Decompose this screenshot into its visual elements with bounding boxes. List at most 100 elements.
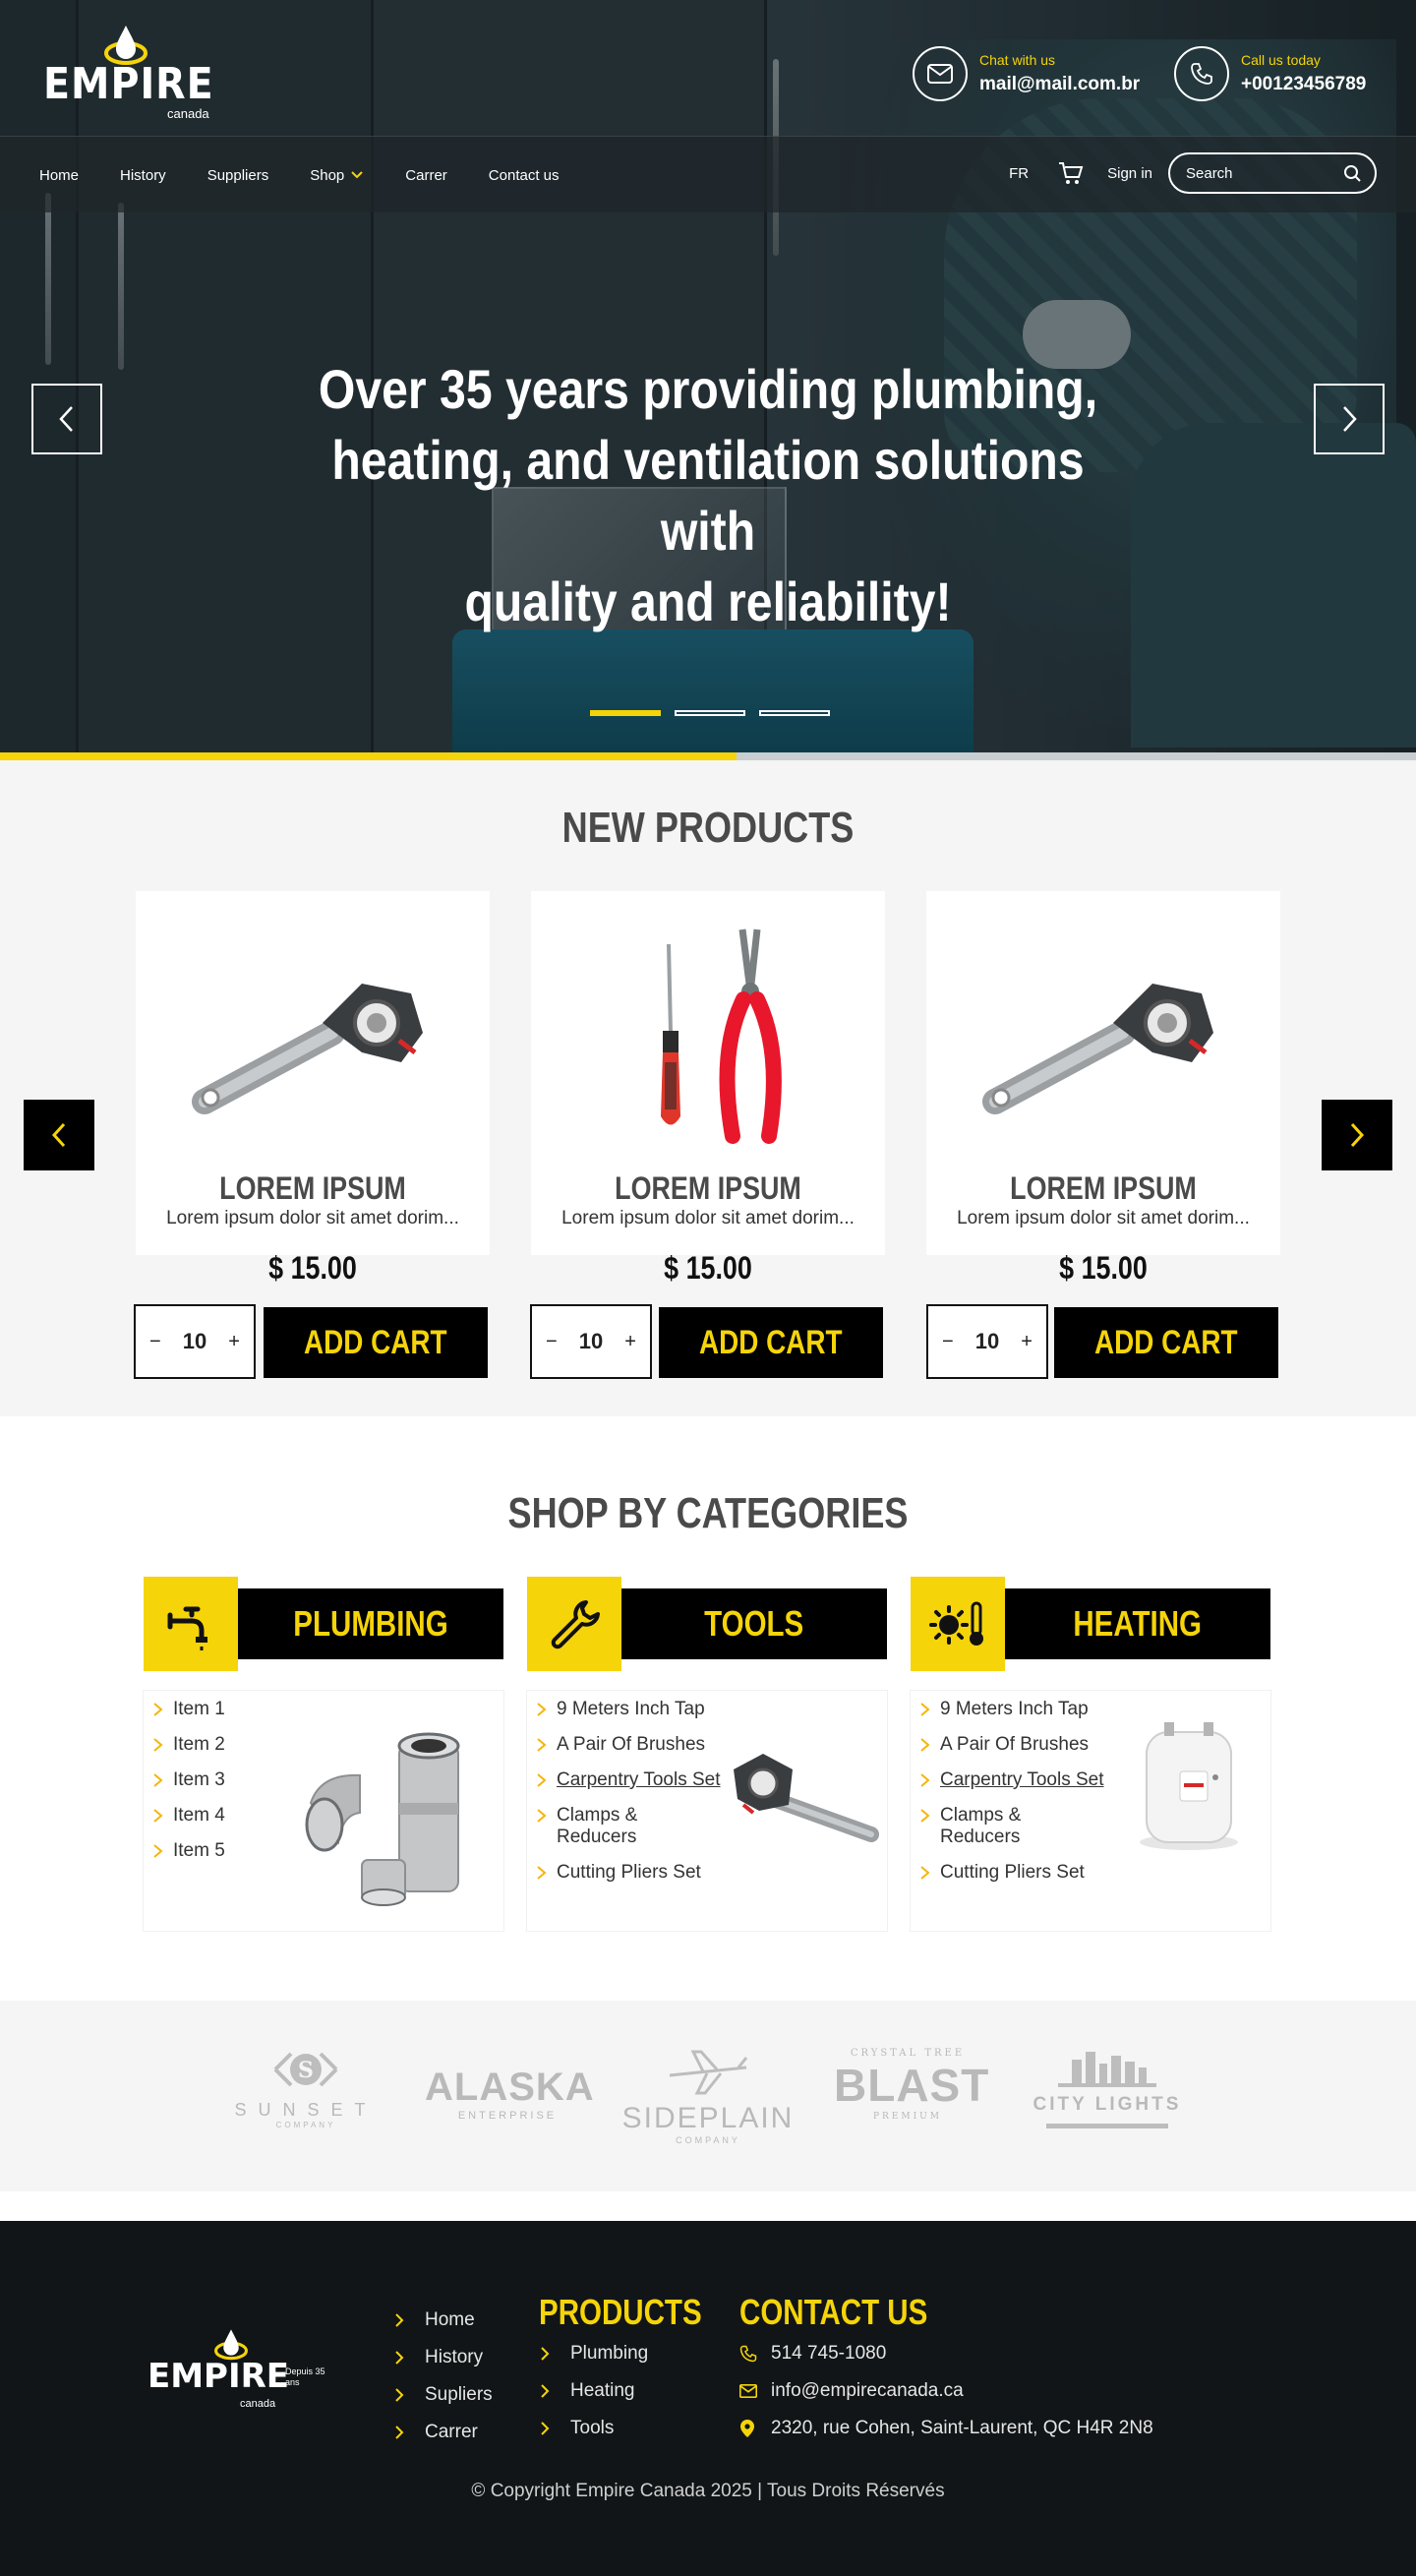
footer-link[interactable]: Carrer	[393, 2414, 493, 2451]
decrement-button[interactable]: −	[942, 1331, 954, 1353]
search-input[interactable]: Search	[1168, 152, 1377, 194]
hero-line: quality and reliability!	[464, 570, 952, 632]
category-link[interactable]: A Pair Of Brushes	[535, 1734, 722, 1756]
chevron-right-icon	[393, 2387, 411, 2403]
category-link[interactable]: Clamps & Reducers	[918, 1805, 1105, 1848]
brand-logo-sunset[interactable]: S SUNSET COMPANY	[232, 2048, 380, 2146]
phone-icon	[1174, 46, 1229, 101]
quantity-stepper[interactable]: − 10 +	[134, 1304, 256, 1379]
chevron-right-icon	[537, 1738, 547, 1752]
footer-links: Home History Supliers Carrer	[393, 2302, 493, 2451]
footer-product-label: Plumbing	[570, 2343, 649, 2364]
brand-logo-blast[interactable]: CRYSTAL TREE BLAST PREMIUM	[834, 2048, 988, 2146]
quantity-stepper[interactable]: − 10 +	[926, 1304, 1048, 1379]
quantity-value[interactable]: 10	[975, 1329, 999, 1354]
footer-product-link[interactable]: Tools	[539, 2410, 738, 2447]
hero-next-button[interactable]	[1314, 384, 1385, 454]
category-link[interactable]: 9 Meters Inch Tap	[535, 1699, 722, 1720]
sign-in-link[interactable]: Sign in	[1107, 165, 1152, 182]
product-name[interactable]: LOREM IPSUM	[560, 1170, 856, 1207]
category-card: Item 1 Item 2 Item 3 Item 4 Item 5	[144, 1691, 503, 1931]
category-link[interactable]: Clamps & Reducers	[535, 1805, 722, 1848]
category-link[interactable]: Cutting Pliers Set	[918, 1862, 1105, 1884]
products-prev-button[interactable]	[24, 1100, 94, 1170]
brand-sub: COMPANY	[275, 2121, 336, 2129]
footer-logo[interactable]: EMPIRE Depuis 35 ans canada	[146, 2327, 342, 2416]
new-products-section: NEW PRODUCTS LOREM IPSUM Lorem ipsum dol…	[0, 760, 1416, 1416]
quantity-value[interactable]: 10	[183, 1329, 206, 1354]
search-icon[interactable]	[1343, 164, 1361, 182]
nav-carrer[interactable]: Carrer	[405, 167, 447, 184]
footer-link[interactable]: Home	[393, 2302, 493, 2339]
category-title-bar[interactable]: PLUMBING	[238, 1588, 503, 1659]
hero-progress-fill	[0, 752, 737, 760]
brand-sub: ENTERPRISE	[457, 2110, 558, 2122]
brand-logo-sideplain[interactable]: SIDEPLAIN COMPANY	[620, 2048, 796, 2146]
category-link[interactable]: Cutting Pliers Set	[535, 1862, 722, 1884]
brand-logos-strip: S SUNSET COMPANY ALASKA ENTERPRISE SIDEP…	[0, 2001, 1416, 2191]
product-card[interactable]: LOREM IPSUM Lorem ipsum dolor sit amet d…	[926, 891, 1280, 1255]
category-title-bar[interactable]: TOOLS	[621, 1588, 887, 1659]
chevron-right-icon	[920, 1809, 930, 1823]
language-toggle[interactable]: FR	[1009, 165, 1029, 182]
add-cart-button[interactable]: ADD CART	[659, 1307, 883, 1378]
call-number[interactable]: +00123456789	[1241, 74, 1366, 95]
decrement-button[interactable]: −	[149, 1331, 161, 1353]
footer-link[interactable]: Supliers	[393, 2376, 493, 2414]
cart-icon[interactable]	[1058, 161, 1084, 185]
footer-phone[interactable]: 514 745-1080	[739, 2335, 1153, 2372]
chat-email[interactable]: mail@mail.com.br	[979, 74, 1140, 95]
brand-logo-alaska[interactable]: ALASKA ENTERPRISE	[425, 2048, 594, 2146]
hero-prev-button[interactable]	[31, 384, 102, 454]
increment-button[interactable]: +	[624, 1331, 636, 1353]
nav-shop[interactable]: Shop	[310, 167, 364, 184]
quantity-value[interactable]: 10	[579, 1329, 603, 1354]
footer-product-link[interactable]: Heating	[539, 2372, 738, 2410]
add-cart-button[interactable]: ADD CART	[1054, 1307, 1278, 1378]
category-link[interactable]: Carpentry Tools Set	[918, 1769, 1105, 1791]
quantity-stepper[interactable]: − 10 +	[530, 1304, 652, 1379]
site-logo[interactable]: EMPIRE canada	[43, 24, 213, 121]
product-name[interactable]: LOREM IPSUM	[164, 1170, 461, 1207]
nav-history[interactable]: History	[120, 167, 166, 184]
category-heating: HEATING 9 Meters Inch Tap A Pair Of Brus…	[911, 1577, 1270, 1931]
category-link[interactable]: Carpentry Tools Set	[535, 1769, 722, 1791]
category-link[interactable]: A Pair Of Brushes	[918, 1734, 1105, 1756]
product-description: Lorem ipsum dolor sit amet dorim...	[957, 1208, 1250, 1228]
slide-dot-3[interactable]	[759, 710, 830, 716]
category-link[interactable]: Item 2	[151, 1734, 225, 1756]
slide-dot-1[interactable]	[590, 710, 661, 716]
category-link[interactable]: Item 1	[151, 1699, 225, 1720]
footer-address: 2320, rue Cohen, Saint-Laurent, QC H4R 2…	[739, 2410, 1153, 2447]
footer-product-link[interactable]: Plumbing	[539, 2335, 738, 2372]
chevron-right-icon	[537, 1809, 547, 1823]
add-cart-button[interactable]: ADD CART	[264, 1307, 488, 1378]
category-link-label: Item 2	[173, 1734, 225, 1755]
category-link[interactable]: Item 4	[151, 1805, 225, 1827]
footer-email[interactable]: info@empirecanada.ca	[739, 2372, 1153, 2410]
category-link[interactable]: Item 3	[151, 1769, 225, 1791]
category-title: PLUMBING	[293, 1603, 448, 1644]
footer-link[interactable]: History	[393, 2339, 493, 2376]
footer-contact: CONTACT US 514 745-1080 info@empirecanad…	[739, 2292, 1153, 2447]
slide-dot-2[interactable]	[675, 710, 745, 716]
category-link[interactable]: Item 5	[151, 1840, 225, 1862]
chat-contact[interactable]: Chat with us mail@mail.com.br	[913, 45, 1140, 102]
product-card[interactable]: LOREM IPSUM Lorem ipsum dolor sit amet d…	[136, 891, 490, 1255]
nav-suppliers[interactable]: Suppliers	[207, 167, 269, 184]
decrement-button[interactable]: −	[546, 1331, 558, 1353]
footer-phone-text: 514 745-1080	[771, 2343, 887, 2364]
increment-button[interactable]: +	[228, 1331, 240, 1353]
nav-contact[interactable]: Contact us	[489, 167, 560, 184]
increment-button[interactable]: +	[1021, 1331, 1032, 1353]
category-link[interactable]: 9 Meters Inch Tap	[918, 1699, 1105, 1720]
product-name[interactable]: LOREM IPSUM	[955, 1170, 1252, 1207]
chevron-right-icon	[393, 2350, 411, 2366]
products-next-button[interactable]	[1322, 1100, 1392, 1170]
category-title-bar[interactable]: HEATING	[1005, 1588, 1270, 1659]
brand-logo-city-lights[interactable]: CITY LIGHTS	[1031, 2048, 1184, 2146]
call-contact[interactable]: Call us today +00123456789	[1174, 45, 1366, 102]
product-card[interactable]: LOREM IPSUM Lorem ipsum dolor sit amet d…	[531, 891, 885, 1255]
nav-home[interactable]: Home	[39, 167, 79, 184]
category-link-label: Item 5	[173, 1840, 225, 1861]
